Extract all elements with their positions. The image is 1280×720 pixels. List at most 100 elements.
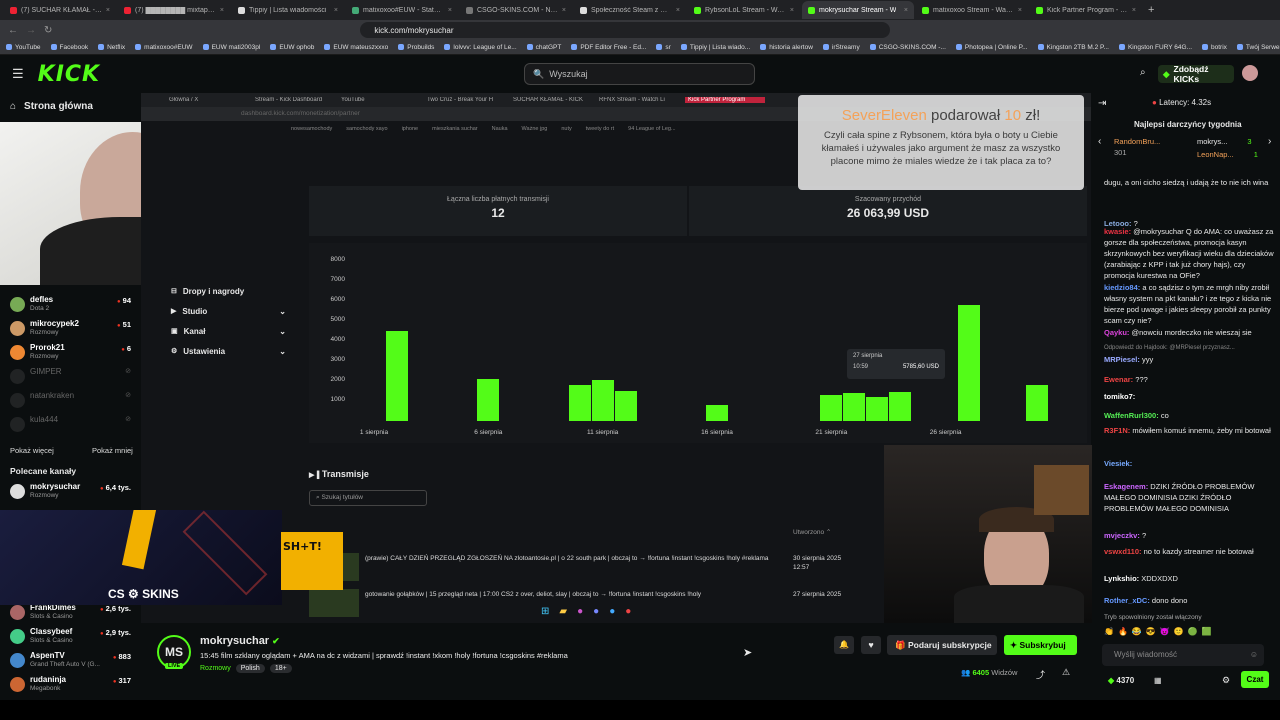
search-titles-input[interactable]: ⌕ Szukaj tytułów: [309, 490, 427, 506]
chart-bar[interactable]: [888, 392, 911, 421]
dashboard-menu-item[interactable]: ▣ Kanał ⌄: [171, 321, 286, 341]
browser-tab[interactable]: (7) ████████ mixtape do ×: [118, 1, 230, 19]
chat-username[interactable]: Eskagenem:: [1104, 482, 1148, 491]
forward-icon[interactable]: →: [26, 25, 36, 36]
chat-username[interactable]: vswxd110:: [1104, 547, 1142, 556]
chat-username[interactable]: MRPiesel:: [1104, 355, 1140, 364]
chat-username[interactable]: tomiko7:: [1104, 392, 1135, 401]
chat-username[interactable]: Ewenar:: [1104, 375, 1133, 384]
sidebar-channel[interactable]: ClassybeefSlots & Casino 2,9 tys.: [10, 627, 135, 649]
sidebar-channel[interactable]: AspenTVGrand Theft Auto V (G... 883: [10, 651, 135, 673]
bookmark-item[interactable]: Kingston 2TB M.2 P...: [1037, 44, 1109, 51]
chat-input[interactable]: Wyślij wiadomość ☺: [1102, 644, 1264, 666]
tab-close-icon[interactable]: ×: [106, 7, 110, 14]
sidebar-channel[interactable]: FrankDimesSlots & Casino2,6 tys.: [10, 603, 135, 625]
bookmark-item[interactable]: historia alertow: [760, 44, 813, 51]
bookmark-item[interactable]: lolvvv: League of Le...: [444, 44, 517, 51]
settings-gear-icon[interactable]: ⚙: [1222, 674, 1230, 687]
chart-bar[interactable]: [614, 391, 637, 421]
chat-username[interactable]: kwasie:: [1104, 227, 1131, 236]
browser-tab[interactable]: Kick Partner Program - Kick Da ×: [1030, 1, 1142, 19]
browser-tab[interactable]: RybsonLoL Stream - Watch Live ×: [688, 1, 800, 19]
sidebar-channel[interactable]: natankraken ⊘: [10, 391, 135, 413]
tag-polish[interactable]: Polish: [235, 664, 265, 673]
sidebar-channel[interactable]: GIMPER ⊘: [10, 367, 135, 389]
browser-tab[interactable]: matixoxoo#EUW - Statystyki gry ×: [346, 1, 458, 19]
show-more-button[interactable]: Pokaż więcej: [10, 446, 54, 455]
channel-points[interactable]: ◆ 4370: [1108, 675, 1134, 687]
bookmark-item[interactable]: Twój Serwer - SkillH...: [1236, 44, 1280, 51]
get-kicks-button[interactable]: ◆ Zdobądź KICKs: [1158, 64, 1234, 84]
chart-bar[interactable]: [477, 379, 500, 421]
back-icon[interactable]: ←: [8, 25, 18, 36]
dashboard-menu-item[interactable]: ▶ Studio ⌄: [171, 301, 286, 321]
chat-username[interactable]: R3F1N:: [1104, 426, 1130, 435]
chat-send-button[interactable]: Czat: [1241, 671, 1269, 688]
tab-close-icon[interactable]: ×: [1018, 7, 1022, 14]
bookmark-item[interactable]: Probuilds: [398, 44, 434, 51]
chart-bar[interactable]: [866, 397, 889, 421]
url-field[interactable]: kick.com/mokrysuchar: [360, 22, 891, 38]
bookmark-item[interactable]: CSGO-SKINS.COM -...: [869, 44, 946, 51]
tag-18plus[interactable]: 18+: [269, 664, 292, 673]
stream-thumbnail[interactable]: [309, 589, 359, 617]
category-link[interactable]: Rozmowy: [200, 665, 231, 672]
sidebar-channel[interactable]: kula444 ⊘: [10, 415, 135, 437]
tab-close-icon[interactable]: ×: [220, 7, 224, 14]
search-input[interactable]: 🔍 Wyszukaj: [524, 63, 755, 85]
notifications-button[interactable]: 🔔: [834, 636, 854, 654]
prev-arrow-icon[interactable]: ‹: [1098, 135, 1101, 150]
nav-home[interactable]: ⌂ Strona główna: [10, 101, 93, 112]
chart-bar[interactable]: [385, 331, 408, 421]
tab-close-icon[interactable]: ×: [904, 7, 908, 14]
chart-bar[interactable]: [706, 405, 728, 421]
new-tab-icon[interactable]: +: [1148, 4, 1154, 16]
sidebar-channel[interactable]: mikrocypek2Rozmowy 51: [10, 319, 135, 341]
tab-close-icon[interactable]: ×: [1132, 7, 1136, 14]
bookmark-item[interactable]: PDF Editor Free - Ed...: [571, 44, 646, 51]
dashboard-menu-item[interactable]: ⊟ Dropy i nagrody: [171, 281, 286, 301]
chat-username[interactable]: Qayku:: [1104, 328, 1129, 337]
chart-bar[interactable]: [568, 385, 591, 421]
bookmark-item[interactable]: chatGPT: [526, 44, 561, 51]
bookmark-item[interactable]: EUW ophob: [270, 44, 314, 51]
chart-bar[interactable]: [591, 380, 614, 421]
show-less-button[interactable]: Pokaż mniej: [92, 446, 133, 455]
bookmark-item[interactable]: EUW mati2003pl: [202, 44, 260, 51]
follow-button[interactable]: ♥: [861, 636, 881, 654]
chat-username[interactable]: Lynkshio:: [1104, 574, 1139, 583]
bookmark-item[interactable]: Facebook: [50, 44, 88, 51]
bookmark-item[interactable]: Kingston FURY 64G...: [1118, 44, 1192, 51]
gift-subscription-button[interactable]: 🎁 Podaruj subskrypcje: [887, 635, 997, 655]
user-avatar[interactable]: [1242, 65, 1258, 81]
bookmark-item[interactable]: sr: [656, 44, 671, 51]
channel-name[interactable]: mokrysuchar ✔: [200, 635, 280, 647]
collapse-chat-icon[interactable]: ⇥: [1098, 97, 1106, 112]
browser-tab[interactable]: mokrysuchar Stream - W ×: [802, 1, 914, 19]
bookmark-item[interactable]: YouTube: [6, 44, 41, 51]
tab-close-icon[interactable]: ×: [562, 7, 566, 14]
share-icon[interactable]: ⤴: [1036, 668, 1045, 681]
chat-username[interactable]: WaffenRurl300:: [1104, 411, 1159, 420]
bookmark-item[interactable]: Tippiy | Lista wiado...: [680, 44, 750, 51]
sidebar-channel[interactable]: rudaninjaMegabonk 317: [10, 675, 135, 697]
chart-bar[interactable]: [843, 393, 866, 421]
chat-username[interactable]: kiedzio84:: [1104, 283, 1140, 292]
tab-close-icon[interactable]: ×: [334, 7, 338, 14]
tab-close-icon[interactable]: ×: [448, 7, 452, 14]
search-icon-right[interactable]: ⌕: [1140, 67, 1146, 78]
tab-close-icon[interactable]: ×: [676, 7, 680, 14]
bookmark-item[interactable]: Photopea | Online P...: [955, 44, 1028, 51]
bookmark-item[interactable]: botrix: [1202, 44, 1227, 51]
tab-close-icon[interactable]: ×: [790, 7, 794, 14]
browser-tab[interactable]: (7) SUCHAR KŁAMAŁ - KICK PLAY ×: [4, 1, 116, 19]
stream-title[interactable]: (prawie) CAŁY DZIEŃ PRZEGLĄD ZGŁOSZEŃ NA…: [365, 555, 775, 564]
calendar-icon[interactable]: ▦: [1154, 675, 1162, 687]
bookmark-item[interactable]: irStreamy: [822, 44, 860, 51]
reload-icon[interactable]: ↻: [44, 25, 52, 36]
bookmark-item[interactable]: EUW mateuszxxxo: [324, 44, 388, 51]
subscribe-button[interactable]: ✦ Subskrybuj: [1004, 635, 1077, 655]
bookmark-item[interactable]: Netflix: [98, 44, 125, 51]
browser-tab[interactable]: Społeczność Steam z matixoxo ×: [574, 1, 686, 19]
next-arrow-icon[interactable]: ›: [1268, 135, 1271, 150]
